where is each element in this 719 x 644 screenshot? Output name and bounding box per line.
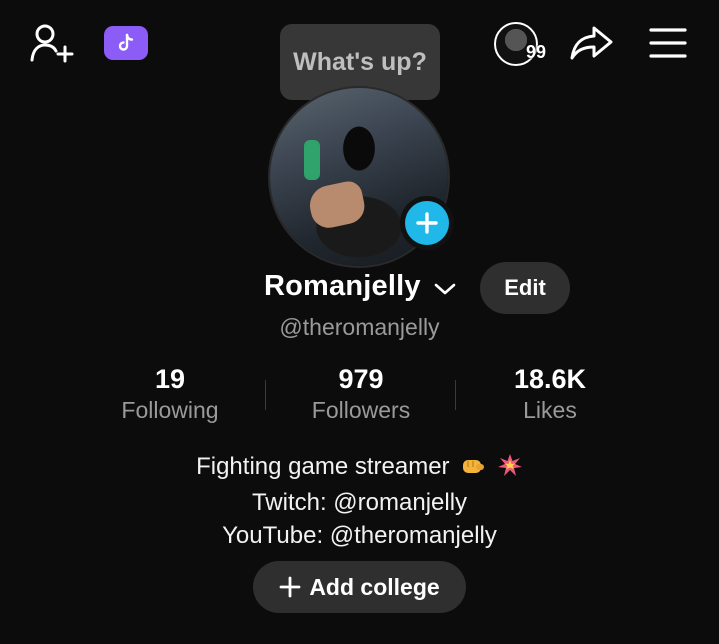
chevron-down-icon[interactable] [432, 280, 458, 298]
plus-icon [279, 576, 301, 598]
profile-handle: @theromanjelly [279, 314, 440, 340]
followers-label: Followers [311, 397, 411, 423]
edit-profile-button[interactable]: Edit [480, 262, 570, 314]
menu-icon[interactable] [648, 26, 688, 60]
add-college-label: Add college [309, 573, 440, 600]
plus-icon [405, 201, 449, 245]
status-bubble-text: What's up? [293, 47, 427, 76]
add-college-button[interactable]: Add college [253, 561, 466, 613]
stat-followers[interactable]: 979 Followers [286, 364, 436, 424]
following-count: 19 [154, 364, 186, 394]
fist-emoji-icon [460, 453, 486, 486]
bio-line: Fighting game streamer [0, 450, 719, 486]
photo-detail [306, 178, 368, 232]
stat-following[interactable]: 19 Following [100, 364, 240, 424]
bio-line-text: Fighting game streamer [196, 453, 450, 480]
following-label: Following [121, 397, 219, 423]
stat-divider [455, 380, 456, 410]
likes-count: 18.6K [513, 364, 587, 394]
add-friend-icon[interactable] [28, 22, 76, 66]
add-story-button[interactable] [400, 196, 454, 250]
bio-line: YouTube: @theromanjelly [222, 522, 497, 549]
stat-likes[interactable]: 18.6K Likes [486, 364, 614, 424]
profile-bio: Fighting game streamer Twitch: @romanjel… [0, 450, 719, 552]
follower-avatar-mini[interactable]: 99 [492, 20, 558, 68]
profile-screen: What's up? 99 Romanjelly Edit @theromanj… [0, 0, 719, 644]
mini-avatar-count: 99 [526, 42, 547, 62]
stat-divider [265, 380, 266, 410]
followers-count: 979 [338, 364, 384, 394]
profile-name[interactable]: Romanjelly [264, 270, 421, 303]
collision-emoji-icon [497, 453, 523, 486]
bio-line: Twitch: @romanjelly [251, 489, 468, 516]
likes-label: Likes [523, 397, 577, 423]
tiktok-icon[interactable] [104, 26, 148, 60]
photo-detail [304, 140, 320, 180]
share-icon[interactable] [568, 22, 616, 64]
